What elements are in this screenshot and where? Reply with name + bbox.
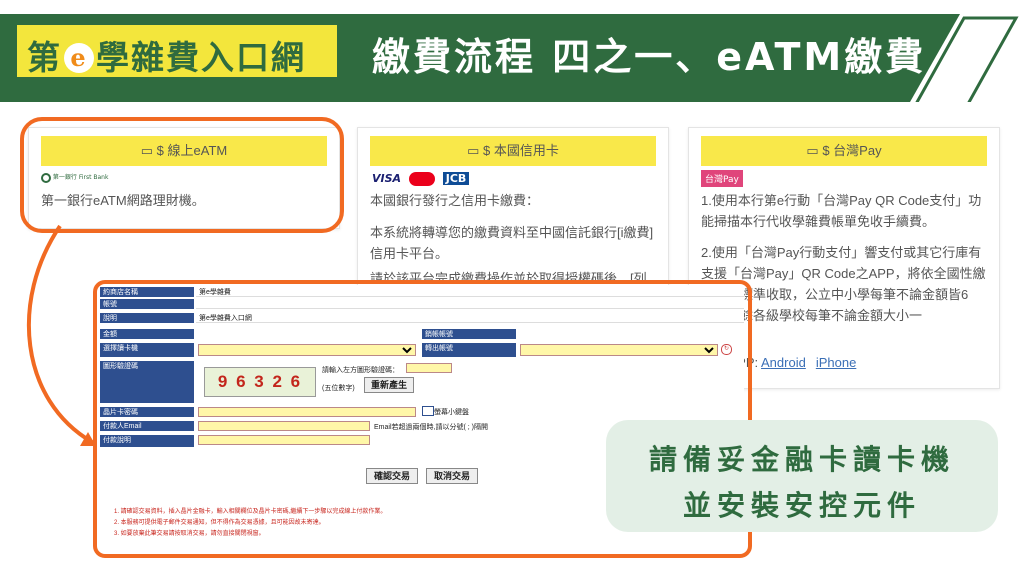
card-description-2: 本系統將轉導您的繳費資料至中國信託銀行[i繳費]信用卡平台。	[370, 225, 654, 261]
payment-card-credit[interactable]: ▭ $ 本國信用卡 VISA JCB 本國銀行發行之信用卡繳費： 本系統將轉導您…	[357, 127, 669, 287]
jcb-icon: JCB	[442, 172, 470, 185]
highlight-ring-eatm	[20, 117, 344, 233]
card-header-taiwanpay[interactable]: ▭ $ 台灣Pay	[701, 136, 987, 166]
card-description-1: 1.使用本行第e行動「台灣Pay QR Code支付」功能掃描本行代收學雜費帳單…	[701, 193, 982, 229]
reader-callout: 請備妥金融卡讀卡機 並安裝安控元件	[606, 420, 998, 532]
card-icon: ▭	[467, 143, 484, 158]
card-icon: ▭	[806, 143, 823, 158]
logo-suffix: 學雜費入口網	[96, 38, 306, 77]
card-header-credit[interactable]: ▭ $ 本國信用卡	[370, 136, 656, 166]
visa-icon: VISA	[372, 172, 402, 185]
taiwanpay-badge: 台灣Pay	[701, 170, 743, 187]
android-link[interactable]: Android	[761, 355, 806, 370]
card-heading: $ 本國信用卡	[483, 143, 559, 158]
logo-prefix: 第	[27, 38, 62, 77]
callout-line-2: 並安裝安控元件	[682, 489, 921, 522]
card-brand-logos: VISA JCB	[372, 172, 470, 186]
logo-e-icon: e	[64, 43, 94, 73]
callout-line-1: 請備妥金融卡讀卡機	[648, 443, 955, 476]
mastercard-icon	[408, 172, 435, 186]
site-logo: 第 e 學雜費入口網	[14, 22, 340, 80]
card-heading: $ 台灣Pay	[822, 143, 882, 158]
page-title: 繳費流程 四之一、eATM繳費	[372, 35, 927, 79]
iphone-link[interactable]: iPhone	[816, 355, 856, 370]
card-description-1: 本國銀行發行之信用卡繳費：	[370, 193, 540, 208]
